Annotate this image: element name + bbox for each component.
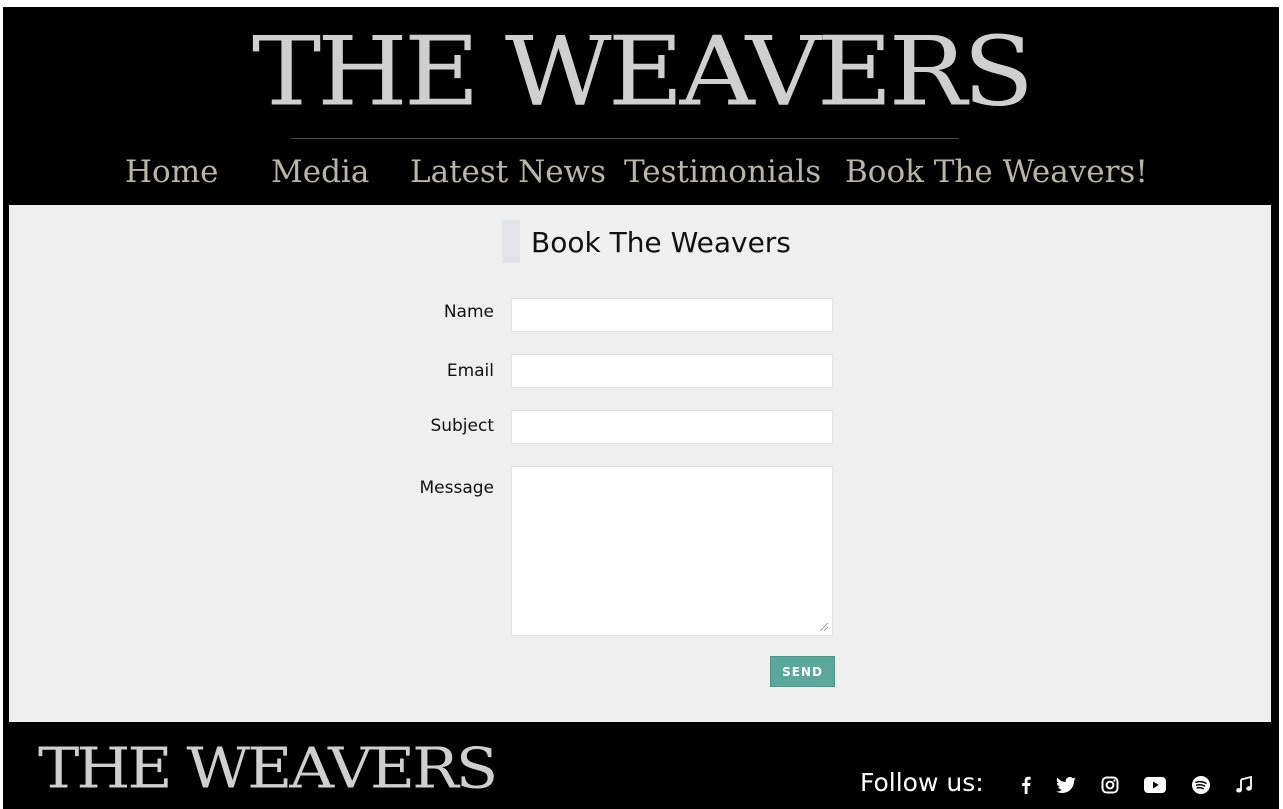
booking-section: Book The Weavers Name Email Subject Mess… [9,205,1271,722]
nav-media[interactable]: Media [271,152,369,192]
main-nav: Home Media Latest News Testimonials Book… [3,152,1279,202]
subject-field[interactable] [511,410,833,444]
footer-logo[interactable]: THE WEAVERS [38,739,498,798]
resize-handle-icon[interactable] [820,623,828,631]
twitter-icon[interactable] [1054,773,1078,797]
site-logo[interactable]: THE WEAVERS [3,21,1279,122]
instagram-icon[interactable] [1098,773,1122,797]
page-title: Book The Weavers [531,226,791,259]
email-label: Email [446,361,494,381]
logo-divider [291,138,959,139]
youtube-icon[interactable] [1143,773,1167,797]
subject-label: Subject [430,416,494,436]
name-label: Name [443,302,494,322]
nav-home[interactable]: Home [125,152,218,192]
send-button[interactable]: SEND [770,656,835,687]
name-field[interactable] [511,298,833,332]
nav-latest-news[interactable]: Latest News [410,152,606,192]
page-frame: THE WEAVERS Home Media Latest News Testi… [3,7,1279,809]
message-label: Message [419,478,494,498]
message-field[interactable] [511,466,833,636]
music-note-icon[interactable] [1232,773,1256,797]
facebook-icon[interactable] [1014,773,1038,797]
spotify-icon[interactable] [1189,773,1213,797]
follow-us-label: Follow us: [860,768,984,797]
email-field[interactable] [511,354,833,388]
nav-testimonials[interactable]: Testimonials [624,152,821,192]
nav-book-the-weavers[interactable]: Book The Weavers! [845,152,1148,192]
